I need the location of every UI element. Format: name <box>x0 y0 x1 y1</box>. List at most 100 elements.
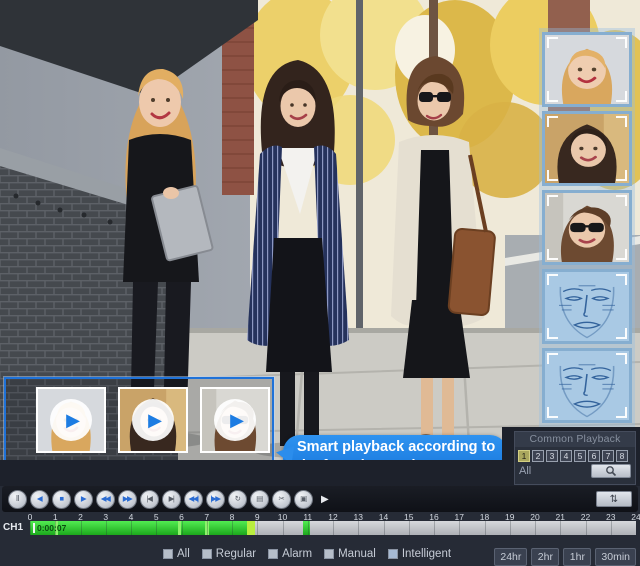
filter-label: Manual <box>338 548 376 560</box>
channel-button[interactable]: 4 <box>560 450 572 462</box>
checkbox-icon[interactable] <box>268 549 278 559</box>
face-clip-thumb-blonde[interactable]: ▶ <box>36 387 106 453</box>
loop-button[interactable]: ↻ <box>228 490 247 509</box>
channel-button[interactable]: 7 <box>602 450 614 462</box>
callout-text: Smart playback according to the face det… <box>297 438 499 460</box>
clip-list-button[interactable]: ▤ <box>250 490 269 509</box>
prev-file-button[interactable]: ◀◀| <box>184 490 203 509</box>
range-30min-button[interactable]: 30min <box>595 548 636 566</box>
play-overlay-button[interactable]: ▶ <box>50 399 92 441</box>
hour-tick <box>384 521 385 535</box>
checkbox-icon[interactable] <box>324 549 334 559</box>
channel-label: CH1 <box>3 522 23 533</box>
checkbox-icon[interactable] <box>202 549 212 559</box>
range-label: 2hr <box>538 551 553 563</box>
hour-tick <box>510 521 511 535</box>
filter-checkbox[interactable]: Manual <box>324 548 376 560</box>
next-frame-button[interactable]: ▶| <box>162 490 181 509</box>
timeline-bar[interactable]: 0:00:07 <box>30 521 636 535</box>
hour-tick <box>106 521 107 535</box>
hour-tick <box>232 521 233 535</box>
pause-button[interactable]: Ⅱ <box>8 490 27 509</box>
callout-bubble: Smart playback according to the face det… <box>283 435 507 460</box>
channel-number: 7 <box>606 451 611 461</box>
detected-face-thumb-sunglasses[interactable] <box>542 190 632 265</box>
prev-frame-button[interactable]: |◀ <box>140 490 159 509</box>
common-playback-footer: All <box>515 462 635 478</box>
playhead-time: 0:00:07 <box>33 523 66 533</box>
backup-button[interactable]: ▣ <box>294 490 313 509</box>
search-button[interactable] <box>591 464 631 478</box>
hour-tick <box>257 521 258 535</box>
play-button[interactable]: ▶ <box>74 490 93 509</box>
detected-face-thumb-brunette[interactable] <box>542 111 632 186</box>
range-label: 24hr <box>500 551 521 563</box>
search-icon <box>605 465 617 477</box>
playback-control-bar: Ⅱ ◀ ■ ▶ ◀◀ ▶▶ |◀ ▶| ◀◀| |▶▶ ↻ ▤ <box>2 486 638 512</box>
channel-button[interactable]: 2 <box>532 450 544 462</box>
filter-label: All <box>177 548 190 560</box>
hour-tick <box>459 521 460 535</box>
timeline-segment <box>178 521 181 535</box>
play-icon: ▶ <box>62 411 80 429</box>
channel-number: 8 <box>620 451 625 461</box>
rewind-button[interactable]: ◀◀ <box>96 490 115 509</box>
hour-tick <box>283 521 284 535</box>
stop-button[interactable]: ■ <box>52 490 71 509</box>
checkbox-icon[interactable] <box>388 549 398 559</box>
play-overlay-button[interactable]: ▶ <box>132 399 174 441</box>
face-clip-thumb-brunette[interactable]: ▶ <box>118 387 188 453</box>
clip-cut-button[interactable]: ✂ <box>272 490 291 509</box>
hour-tick <box>434 521 435 535</box>
play-overlay-button[interactable]: ▶ <box>214 399 256 441</box>
hour-tick <box>358 521 359 535</box>
hour-tick <box>81 521 82 535</box>
range-24hr-button[interactable]: 24hr <box>494 548 527 566</box>
hour-tick <box>333 521 334 535</box>
range-1hr-button[interactable]: 1hr <box>563 548 591 566</box>
face-match-panel: ▶ ▶ ▶ <box>4 377 274 460</box>
detected-face-thumb-blonde[interactable] <box>542 32 632 107</box>
common-playback-title: Common Playback <box>515 432 635 447</box>
range-label: 1hr <box>570 551 585 563</box>
expand-controls-icon[interactable]: ▶ <box>321 494 329 505</box>
face-model-thumb-1[interactable] <box>542 269 632 344</box>
filter-checkbox[interactable]: Alarm <box>268 548 312 560</box>
smart-playback-screen: ▶ ▶ ▶ Smart playback according to the fa… <box>0 0 640 563</box>
channel-button[interactable]: 3 <box>546 450 558 462</box>
channel-button[interactable]: 1 <box>518 450 530 462</box>
checkbox-icon[interactable] <box>163 549 173 559</box>
timeline-hour-labels: 0123456789101112131415161718192021222324 <box>30 512 636 521</box>
hour-tick <box>207 521 208 535</box>
all-channels-label: All <box>519 465 531 477</box>
hour-tick <box>535 521 536 535</box>
play-reverse-button[interactable]: ◀ <box>30 490 49 509</box>
hour-tick <box>611 521 612 535</box>
channel-button[interactable]: 8 <box>616 450 628 462</box>
face-clip-thumb-sunglasses[interactable]: ▶ <box>200 387 270 453</box>
filter-label: Intelligent <box>402 548 451 560</box>
fast-forward-button[interactable]: ▶▶ <box>118 490 137 509</box>
channel-number: 4 <box>564 451 569 461</box>
channel-number: 1 <box>522 451 527 461</box>
next-file-button[interactable]: |▶▶ <box>206 490 225 509</box>
filter-checkbox[interactable]: Intelligent <box>388 548 451 560</box>
channel-button[interactable]: 5 <box>574 450 586 462</box>
hour-tick <box>131 521 132 535</box>
hour-tick <box>156 521 157 535</box>
channel-number: 3 <box>550 451 555 461</box>
camera-frame: ▶ ▶ ▶ Smart playback according to the fa… <box>0 0 640 460</box>
channel-number: 2 <box>536 451 541 461</box>
filter-checkbox[interactable]: Regular <box>202 548 256 560</box>
face-model-thumb-2[interactable] <box>542 348 632 423</box>
range-label: 30min <box>601 551 630 563</box>
filter-checkbox[interactable]: All <box>163 548 190 560</box>
range-2hr-button[interactable]: 2hr <box>531 548 559 566</box>
time-range-buttons: 24hr 2hr 1hr 30min <box>494 548 636 566</box>
timeline: CH1 012345678910111213141516171819202122… <box>0 512 640 538</box>
hour-tick <box>182 521 183 535</box>
channel-button[interactable]: 6 <box>588 450 600 462</box>
sync-play-button[interactable]: ⇅ <box>596 491 632 507</box>
hour-tick <box>485 521 486 535</box>
common-playback-panel: Common Playback 1 2 3 4 5 6 7 8 All <box>514 431 636 485</box>
